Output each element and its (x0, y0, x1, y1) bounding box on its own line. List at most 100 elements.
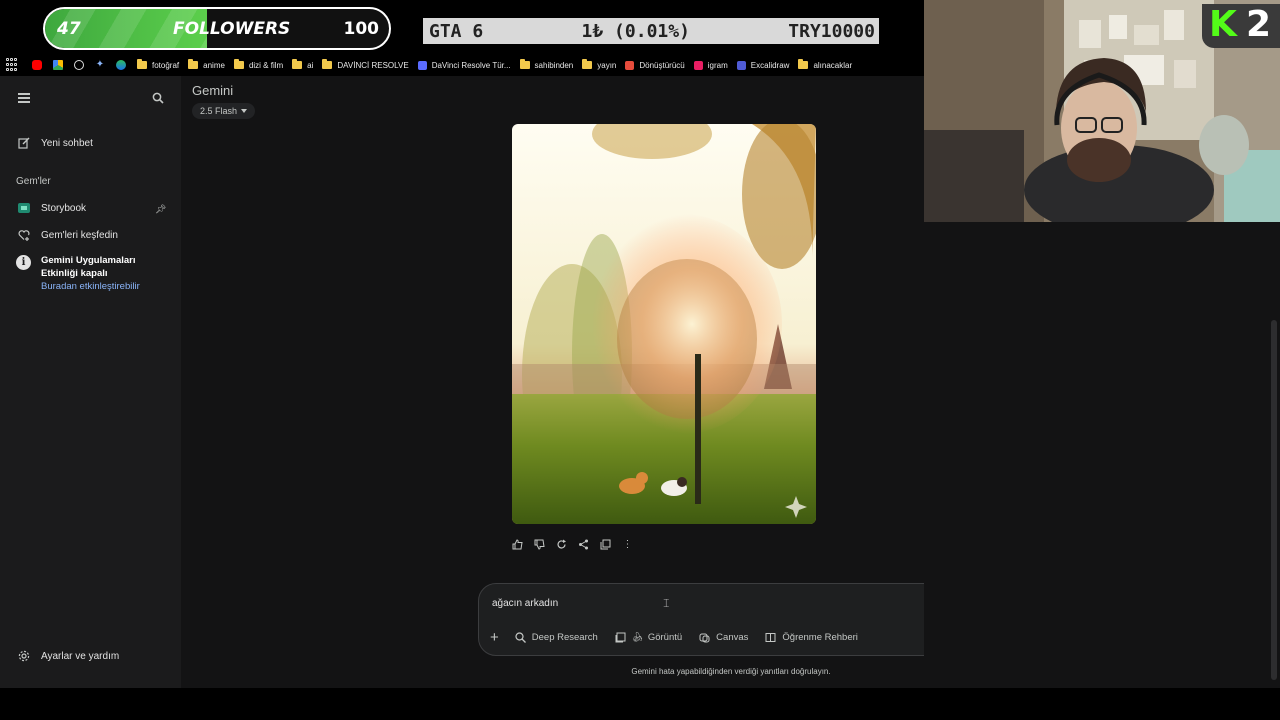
gear-icon (18, 650, 30, 662)
learning-guide-button[interactable]: Öğrenme Rehberi (765, 632, 858, 643)
learning-guide-label: Öğrenme Rehberi (782, 632, 858, 643)
apps-grid-icon[interactable] (6, 58, 20, 72)
regenerate-icon[interactable] (555, 538, 568, 551)
menu-icon[interactable] (18, 93, 30, 103)
bookmark-list: fotoğraf anime dizi & film ai DAVİNCİ RESOLV… (137, 59, 861, 70)
drive-icon[interactable] (53, 60, 63, 70)
canvas-button[interactable]: Canvas (699, 632, 748, 643)
followers-label: FOLLOWERS (173, 19, 291, 39)
folder-icon (137, 59, 147, 69)
search-icon[interactable] (152, 92, 164, 104)
new-chat-button[interactable]: Yeni sohbet (18, 137, 93, 149)
storybook-label: Storybook (41, 202, 87, 214)
gemini-sparkle-icon[interactable]: ✦ (95, 60, 105, 70)
followers-count: 47 (57, 19, 81, 39)
image-tool-label: Görüntü (647, 632, 683, 643)
stream-overlay: 47 FOLLOWERS 100 GTA 6 1₺ (0.01%) TRY100… (0, 0, 924, 54)
thumbs-up-icon[interactable] (511, 538, 524, 551)
explore-gems-label: Gem'leri keşfedin (41, 229, 118, 241)
settings-label: Ayarlar ve yardım (41, 650, 120, 662)
model-label: 2.5 Flash (200, 106, 238, 116)
bookmark-item[interactable]: ai (292, 59, 314, 70)
tool-row: + Deep Research 🍌︎ Görüntü Canvas Öğrenm… (490, 629, 875, 646)
site-favicon-icon (693, 60, 703, 70)
app-title: Gemini (192, 83, 234, 98)
bookmark-item[interactable]: DAVİNCİ RESOLVE (322, 59, 409, 70)
canvas-label: Canvas (716, 632, 749, 643)
activity-title: Gemini Uygulamaları Etkinliği kapalı (41, 255, 136, 279)
gem-storybook[interactable]: Storybook (18, 202, 86, 214)
folder-icon (582, 59, 593, 69)
ticker-title: GTA 6 (429, 20, 484, 42)
deep-research-button[interactable]: Deep Research (515, 632, 598, 643)
kick-2-digit: 2 (1246, 4, 1272, 45)
canvas-icon (699, 632, 710, 643)
site-favicon-icon (736, 60, 746, 70)
bookmark-item[interactable]: igram (693, 60, 728, 70)
info-icon: i (16, 255, 31, 270)
prompt-input[interactable] (492, 598, 932, 609)
bookmark-label: Excalidraw (750, 60, 790, 70)
book-icon (765, 632, 776, 643)
chatgpt-icon[interactable] (74, 60, 84, 70)
bookmark-label: anime (203, 60, 225, 70)
bookmark-item[interactable]: DaVinci Resolve Tür... (417, 60, 511, 70)
bookmark-label: ai (307, 60, 314, 70)
followers-goal: 100 (343, 19, 380, 39)
bookmark-label: Dönüştürücü (639, 60, 685, 70)
folder-icon (519, 59, 530, 69)
ticker-goal: TRY10000 (788, 20, 875, 42)
kick-k-letter: K (1209, 4, 1237, 45)
bookmark-label: alınacaklar (813, 60, 853, 70)
add-attachment-button[interactable]: + (490, 629, 499, 646)
bookmark-item[interactable]: alınacaklar (798, 59, 853, 70)
followers-goal-bar: 47 FOLLOWERS 100 (43, 7, 391, 50)
site-favicon-icon (417, 60, 427, 70)
gems-heading: Gem'ler (16, 176, 51, 187)
bookmark-item[interactable]: Excalidraw (736, 60, 790, 70)
text-cursor-icon: 𝙸 (662, 596, 671, 610)
storybook-icon (18, 202, 30, 214)
banana-icon: 🍌︎ (631, 632, 644, 643)
settings-help-button[interactable]: Ayarlar ve yardım (18, 650, 119, 662)
bookmark-label: dizi & film (248, 60, 284, 70)
deep-research-label: Deep Research (531, 632, 598, 643)
screen: 47 FOLLOWERS 100 GTA 6 1₺ (0.01%) TRY100… (0, 0, 1280, 720)
youtube-icon[interactable] (32, 60, 42, 70)
main-right-extension (924, 222, 1280, 688)
page-scrollbar[interactable] (1271, 320, 1277, 680)
bookmarks-bar: ✦ fotoğraf anime dizi & film ai DAVİNCİ RESO… (0, 54, 924, 76)
new-chat-label: Yeni sohbet (41, 137, 93, 149)
deep-research-icon (515, 632, 526, 643)
more-options-icon[interactable]: ⋮ (621, 538, 634, 551)
donation-ticker: GTA 6 1₺ (0.01%) TRY10000 (423, 18, 879, 44)
explore-gems-button[interactable]: Gem'leri keşfedin (18, 229, 118, 241)
share-icon[interactable] (577, 538, 590, 551)
generated-image[interactable] (512, 124, 816, 524)
site-globe-icon[interactable] (116, 60, 126, 70)
image-tool-button[interactable]: 🍌︎ Görüntü (615, 632, 682, 643)
bookmark-item[interactable]: sahibinden (519, 59, 574, 70)
bookmark-label: DaVinci Resolve Tür... (431, 60, 511, 70)
pin-icon[interactable]: 📌︎ (155, 204, 166, 215)
folder-icon (322, 59, 333, 69)
folder-icon (292, 59, 303, 69)
activity-enable-link[interactable]: Buradan etkinleştirebilir (41, 280, 151, 293)
bookmark-label: sahibinden (534, 60, 574, 70)
sidebar: Yeni sohbet Gem'ler Storybook 📌︎ Gem'ler… (0, 76, 181, 688)
site-favicon-icon (625, 60, 635, 70)
bottom-black-strip (0, 688, 1280, 720)
ticker-amount: 1₺ (0.01%) (581, 20, 690, 42)
bookmark-item[interactable]: yayın (582, 59, 616, 70)
bookmark-item[interactable]: fotoğraf (137, 59, 179, 70)
disclaimer-text: Gemini hata yapabildiğinden verdiği yanı… (631, 667, 831, 676)
folder-icon (798, 59, 809, 69)
bookmark-item[interactable]: Dönüştürücü (625, 60, 685, 70)
thumbs-down-icon[interactable] (533, 538, 546, 551)
activity-notice: i Gemini Uygulamaları Etkinliği kapalı B… (16, 254, 151, 293)
caret-down-icon (241, 109, 248, 113)
bookmark-item[interactable]: dizi & film (233, 59, 284, 70)
model-selector[interactable]: 2.5 Flash (192, 103, 256, 119)
bookmark-item[interactable]: anime (188, 59, 225, 70)
copy-icon[interactable] (599, 538, 612, 551)
